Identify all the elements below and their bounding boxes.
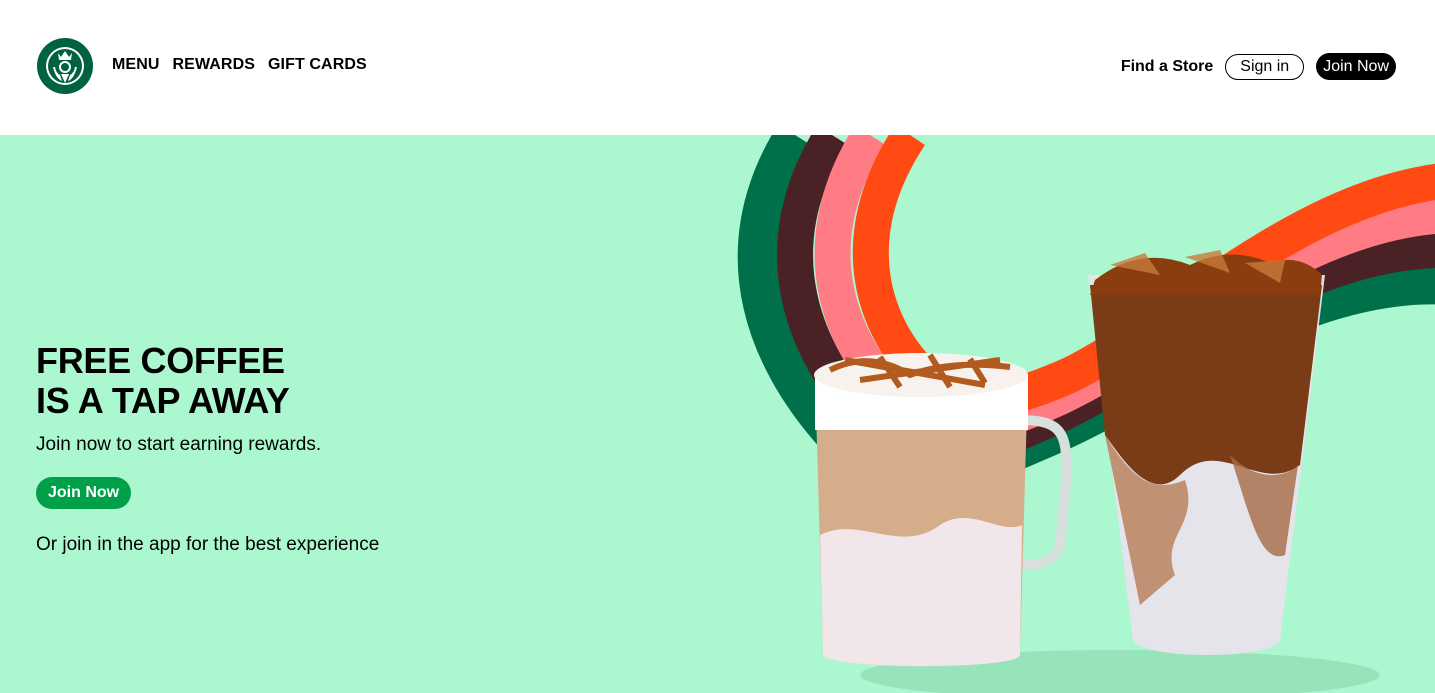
sign-in-button[interactable]: Sign in [1225, 53, 1305, 80]
site-header: MENU REWARDS GIFT CARDS Find a Store Sig… [0, 0, 1435, 135]
account-nav: Find a Store Sign in Join Now [1121, 53, 1396, 80]
iced-coffee-glass [1088, 250, 1325, 655]
nav-item-gift-cards[interactable]: GIFT CARDS [268, 56, 367, 74]
hero-banner: FREE COFFEE IS A TAP AWAY Join now to st… [0, 135, 1435, 693]
join-now-hero-button[interactable]: Join Now [36, 477, 132, 509]
headline-line-1: FREE COFFEE [36, 340, 285, 381]
primary-nav: MENU REWARDS GIFT CARDS [112, 56, 367, 74]
join-now-header-label: Join Now [1323, 57, 1389, 75]
find-store-label: Find a Store [1120, 57, 1214, 75]
join-now-hero-label: Join Now [48, 484, 120, 501]
nav-item-menu[interactable]: MENU [112, 56, 160, 74]
headline-line-2: IS A TAP AWAY [36, 380, 290, 421]
starbucks-logo[interactable] [36, 37, 94, 95]
hero-headline: FREE COFFEE IS A TAP AWAY [36, 341, 290, 421]
find-a-store-link[interactable]: Find a Store [1121, 58, 1213, 76]
sign-in-label: Sign in [1240, 57, 1290, 75]
join-now-header-button[interactable]: Join Now [1316, 53, 1396, 80]
nav-item-rewards[interactable]: REWARDS [173, 56, 255, 74]
app-join-note: Or join in the app for the best experien… [36, 534, 380, 555]
hero-subtitle: Join now to start earning rewards. [36, 434, 322, 455]
